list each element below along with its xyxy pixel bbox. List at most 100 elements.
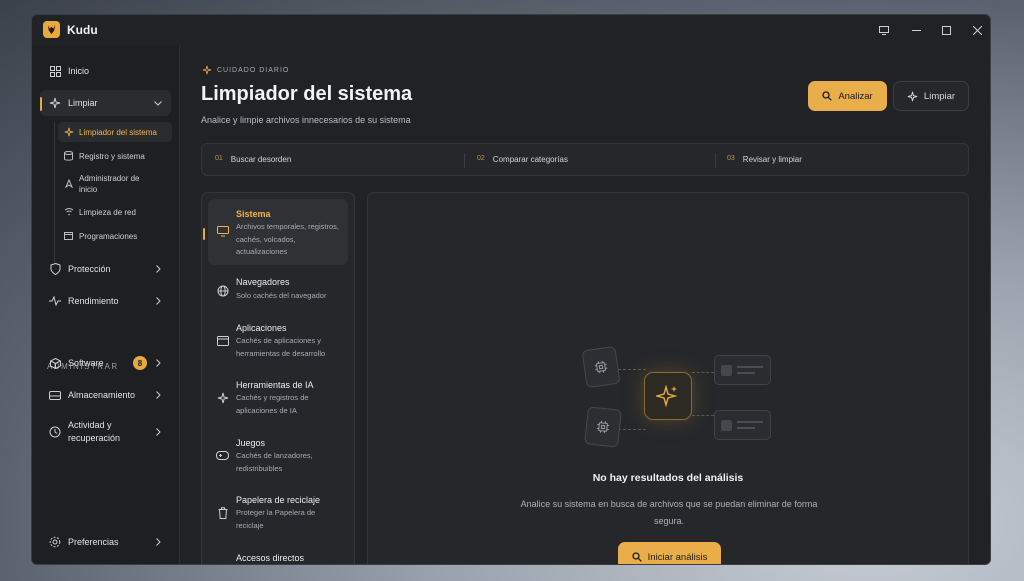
empty-illustration [581, 345, 772, 455]
chevron-right-icon [153, 296, 163, 306]
start-analysis-button[interactable]: Iniciar análisis [618, 542, 721, 564]
sidebar-item-proteccion[interactable]: Protección [40, 256, 171, 282]
chevron-right-icon [153, 537, 163, 547]
sidebar-item-almacenamiento[interactable]: Almacenamiento [40, 382, 171, 408]
category-juegos[interactable]: Juegos Cachés de lanzadores, redistribui… [208, 432, 348, 480]
main-content: CUIDADO DIARIO Limpiador del sistema Ana… [180, 45, 990, 564]
monitor-icon [216, 225, 229, 238]
minimize-button[interactable] [907, 21, 925, 39]
progress-steps: 01 Buscar desorden 02 Comparar categoría… [201, 143, 969, 176]
page-title: Limpiador del sistema [201, 83, 413, 105]
close-button[interactable] [968, 21, 986, 39]
sidebar-item-preferencias[interactable]: Preferencias [40, 529, 171, 555]
analyze-button[interactable]: Analizar [808, 81, 887, 111]
gamepad-icon [216, 449, 229, 462]
wifi-icon [63, 206, 74, 217]
gear-icon [48, 535, 62, 549]
cpu-icon [596, 420, 610, 434]
sidebar-item-limpiar[interactable]: Limpiar [40, 90, 171, 116]
subitem-label: Limpieza de red [79, 207, 136, 217]
sidebar-item-inicio[interactable]: Inicio [40, 58, 171, 84]
kudu-logo-icon [43, 21, 60, 38]
sparkles-icon [63, 126, 74, 137]
sparkles-icon [656, 384, 678, 408]
maximize-button[interactable] [937, 21, 955, 39]
active-indicator [203, 228, 205, 240]
app-title: Kudu [67, 23, 98, 37]
category-title: Juegos [236, 438, 266, 448]
sidebar-item-software[interactable]: Software 8 [40, 350, 171, 376]
eyebrow: CUIDADO DIARIO [202, 65, 289, 75]
count-badge: 8 [133, 356, 147, 370]
search-icon [822, 91, 833, 101]
sidebar: Inicio Limpiar Limpiador del sistema Reg… [32, 45, 180, 564]
submenu-line [54, 122, 55, 262]
results-panel: No hay resultados del análisis Analice s… [367, 192, 969, 564]
category-list: Sistema Archivos temporales, registros, … [201, 192, 355, 564]
sidebar-item-label: Actividad y recuperación [68, 420, 121, 443]
empty-state-description: Analice su sistema en busca de archivos … [520, 499, 818, 526]
sidebar-item-label: Limpiar [68, 98, 98, 108]
sidebar-item-rendimiento[interactable]: Rendimiento [40, 288, 171, 314]
category-herramientas-de-ia[interactable]: Herramientas de IA Cachés y registros de… [208, 374, 348, 422]
file-card [714, 410, 771, 440]
globe-icon [216, 284, 229, 297]
history-icon [48, 425, 62, 439]
chip-card [581, 345, 621, 389]
sidebar-item-label: Inicio [68, 66, 90, 76]
category-papelera-de-reciclaje[interactable]: Papelera de reciclaje Proteger la Papele… [208, 489, 348, 537]
category-title: Sistema [236, 209, 271, 219]
calendar-icon [63, 230, 74, 241]
category-title: Herramientas de IA [236, 380, 314, 390]
step-3: 03 Revisar y limpiar [727, 155, 802, 164]
active-indicator [40, 97, 42, 111]
subitem-administrador-de-inicio[interactable]: Administrador de inicio [58, 169, 172, 199]
chevron-right-icon [153, 427, 163, 437]
step-divider [715, 153, 716, 168]
category-aplicaciones[interactable]: Aplicaciones Cachés de aplicaciones y he… [208, 317, 348, 365]
sidebar-item-label: Almacenamiento [68, 390, 136, 400]
sidebar-item-label: Preferencias [68, 537, 119, 547]
category-title: Aplicaciones [236, 323, 287, 333]
file-card [714, 355, 771, 385]
category-desc: Solo cachés del navegador [236, 291, 327, 300]
connector-line [618, 429, 646, 430]
step-label: Buscar desorden [230, 155, 292, 164]
category-desc: Cachés de aplicaciones y herramientas de… [236, 336, 326, 358]
step-number: 03 [727, 155, 735, 162]
box-icon [48, 356, 62, 370]
step-label: Comparar categorías [492, 155, 568, 164]
sparkles-icon [202, 65, 212, 75]
sparkles-icon [216, 391, 229, 404]
cpu-icon [594, 360, 608, 374]
subitem-limpiador-del-sistema[interactable]: Limpiador del sistema [58, 122, 172, 142]
chevron-down-icon [153, 98, 163, 108]
empty-state-title: No hay resultados del análisis [592, 472, 744, 484]
sidebar-item-label: Rendimiento [68, 296, 119, 306]
sparkles-icon [907, 91, 918, 101]
subitem-label: Administrador de inicio [79, 174, 140, 194]
subitem-label: Limpiador del sistema [79, 127, 157, 137]
chevron-right-icon [153, 358, 163, 368]
clean-button[interactable]: Limpiar [893, 81, 969, 111]
sparkles-icon [48, 96, 62, 110]
sidebar-item-actividad-y-recuperacion[interactable]: Actividad y recuperación [40, 414, 171, 450]
step-number: 01 [215, 155, 223, 162]
chevron-right-icon [153, 390, 163, 400]
grid-icon [48, 64, 62, 78]
subitem-programaciones[interactable]: Programaciones [58, 226, 172, 246]
step-number: 02 [477, 155, 485, 162]
subitem-label: Programaciones [79, 231, 138, 241]
category-desc: Proteger la Papelera de reciclaje [236, 508, 316, 530]
subitem-registro-y-sistema[interactable]: Registro y sistema [58, 146, 172, 166]
category-navegadores[interactable]: Navegadores Solo cachés del navegador [208, 273, 348, 307]
step-2: 02 Comparar categorías [477, 155, 568, 164]
trash-icon [216, 506, 229, 519]
monitor-icon[interactable] [875, 21, 893, 39]
connector-line [692, 372, 714, 373]
category-accesos-directos[interactable]: Accesos directos [208, 547, 348, 564]
subitem-limpieza-de-red[interactable]: Limpieza de red [58, 202, 172, 222]
category-title: Accesos directos [236, 553, 305, 563]
drive-icon [48, 388, 62, 402]
category-sistema[interactable]: Sistema Archivos temporales, registros, … [208, 199, 348, 265]
